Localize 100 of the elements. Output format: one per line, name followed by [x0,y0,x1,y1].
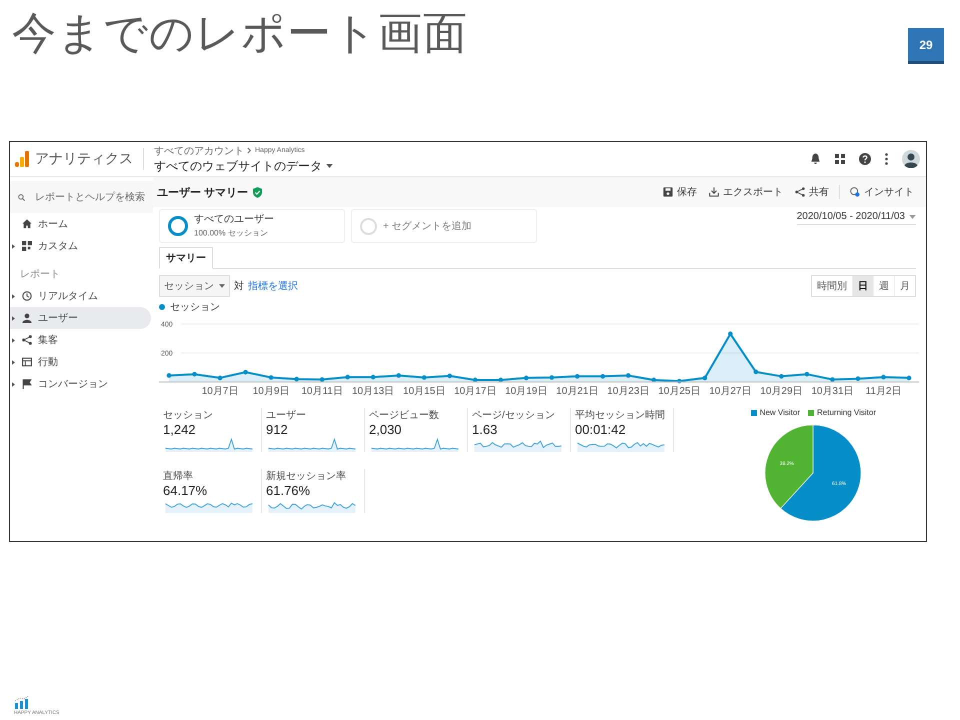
expand-arrow-icon[interactable] [12,316,15,320]
expand-arrow-icon[interactable] [12,244,15,248]
section-heading: レポート [19,268,61,282]
x-tick-label: 10月9日 [252,386,290,397]
toolbar-button[interactable]: エクスポート [707,185,785,199]
metric-value: 2,030 [369,422,403,437]
data-point [345,374,350,380]
metric-dropdown[interactable]: セッション [159,275,230,297]
x-tick-label: 10月25日 [658,386,700,397]
view-selector[interactable]: すべてのウェブサイトのデータ [154,158,333,174]
data-point [652,378,656,382]
nav-item[interactable]: リアルタイム [10,285,151,307]
data-point [294,376,299,382]
metric-label: セッション [163,409,214,422]
metric-value: 1.63 [472,422,498,437]
x-tick-label: 10月31日 [811,386,854,397]
clock-icon [22,291,32,301]
grid-icon [22,241,32,251]
toolbar-button[interactable]: インサイト [848,185,916,199]
x-tick-label: 10月7日 [202,386,238,397]
search-icon [18,192,25,202]
nav-item[interactable]: カスタム [10,235,151,257]
metric-value: 64.17% [163,482,208,498]
slide-title: 今までのレポート画面 [12,8,468,60]
insight-icon [850,187,860,197]
interval-button[interactable]: 日 [852,276,873,296]
metric-label: ページビュー数 [369,409,440,422]
report-title: ユーザー サマリー [157,186,248,200]
home-icon [22,219,32,229]
save-icon [663,187,673,197]
data-point [549,375,554,380]
metric-label: ユーザー [266,409,307,422]
data-point [472,378,478,382]
data-point [728,332,733,336]
x-tick-label: 10月17日 [454,386,496,397]
metric-value: 61.76% [266,482,312,498]
x-tick-label: 10月19日 [505,386,548,397]
data-point [600,374,606,379]
metric-label: 新規セッション率 [266,470,347,482]
segment-card[interactable]: すべてのユーザー 100.00% セッション [159,209,345,243]
data-point [320,377,324,382]
x-tick-label: 11月2日 [866,386,902,397]
caret-icon [219,284,225,288]
data-point [243,370,248,374]
data-point [881,374,886,380]
data-point [268,375,274,380]
expand-arrow-icon[interactable] [12,338,15,342]
data-point [830,377,835,382]
share-icon [795,187,805,197]
data-point [166,373,172,378]
person-icon [22,313,32,323]
apps-icon[interactable] [835,154,845,164]
search-field[interactable]: レポートとヘルプを検索 [10,181,153,213]
data-point [702,376,708,380]
expand-arrow-icon[interactable] [12,360,15,364]
toolbar-button[interactable]: 保存 [661,185,699,199]
data-point [574,374,580,379]
nav-item[interactable]: 集客 [10,329,151,351]
caret-icon [909,214,916,218]
tab[interactable]: サマリー [159,247,213,269]
data-point [218,376,222,380]
product-name: アナリティクス [35,150,133,168]
breadcrumb-link[interactable]: すべてのアカウント [154,144,244,158]
expand-arrow-icon[interactable] [12,382,15,386]
caret-icon [326,164,333,168]
x-tick-label: 10月13日 [352,386,394,397]
nav-item[interactable]: コンバージョン [10,373,151,395]
x-tick-label: 10月15日 [403,386,446,397]
metric-label: 直帰率 [163,470,194,482]
nav-item[interactable]: ユーザー [10,307,151,329]
more-icon[interactable] [885,153,888,165]
data-point [804,372,810,376]
select-metric-link[interactable]: 指標を選択 [248,279,298,293]
data-point [677,378,682,384]
data-point [626,373,631,378]
data-point [498,378,504,382]
x-tick-label: 10月11日 [301,386,343,397]
legend-label: Returning Visitor [817,408,876,417]
avatar[interactable] [902,150,920,168]
nav-item[interactable]: ホーム [10,213,151,235]
metric-value: 1,242 [163,422,197,437]
expand-arrow-icon[interactable] [12,294,15,298]
data-point [856,376,860,381]
metric-label: ページ/セッション [472,409,556,422]
flag-icon [22,379,32,389]
data-point [370,374,376,380]
metric-label: 平均セッション時間 [575,408,666,422]
toolbar-button[interactable]: 共有 [793,185,831,199]
nav-item[interactable]: 行動 [10,351,151,373]
legend-label: セッション [170,301,220,314]
date-range-picker[interactable]: 2020/10/05 - 2020/11/03 [796,209,916,225]
data-point [906,376,912,380]
segment-card[interactable]: + セグメントを追加 [351,209,537,243]
data-point [422,375,426,380]
metric-value: 00:01:42 [575,422,627,437]
versus-label: 対 [234,280,244,293]
x-tick-label: 10月29日 [760,386,803,397]
x-tick-label: 10月27日 [709,386,752,397]
help-icon[interactable] [859,153,871,165]
bell-icon[interactable] [810,153,821,165]
